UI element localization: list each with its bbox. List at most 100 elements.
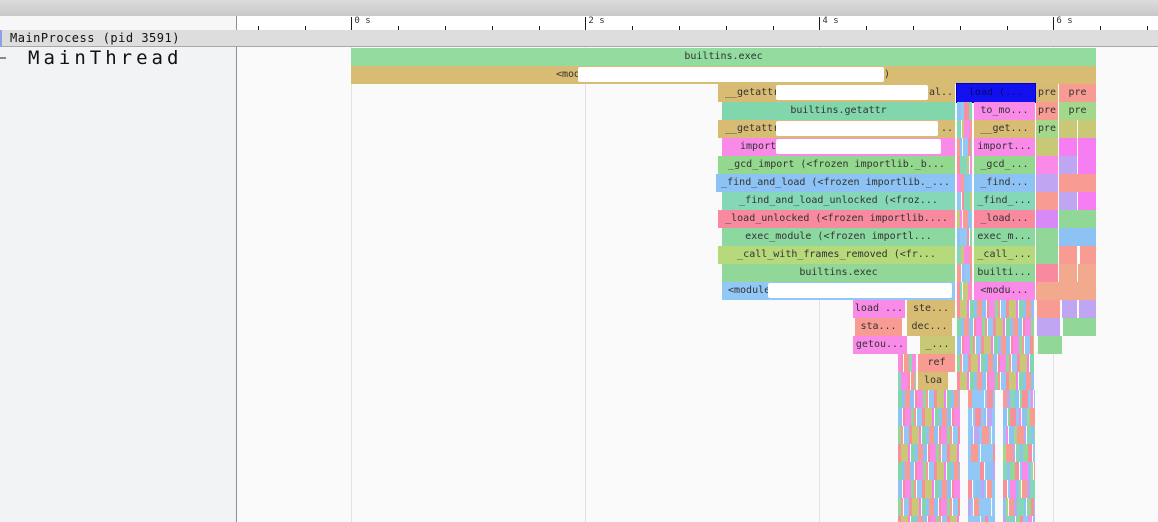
flame-bar-thin[interactable]: [957, 192, 961, 210]
flame-bar-thin[interactable]: [969, 102, 972, 120]
flame-bar[interactable]: [1037, 300, 1060, 318]
flame-bar-thin[interactable]: [1034, 426, 1035, 444]
flame-bar-thin[interactable]: [968, 480, 972, 498]
flame-bar-thin[interactable]: [901, 372, 908, 390]
flame-bar-thin[interactable]: [923, 444, 927, 462]
flame-bar[interactable]: [1062, 300, 1077, 318]
flame-bar[interactable]: _call_with_frames_removed (<fr...: [718, 246, 955, 264]
flame-bar[interactable]: _load...: [974, 210, 1035, 228]
flame-bar[interactable]: [1059, 192, 1077, 210]
flame-bar-thin[interactable]: [898, 480, 902, 498]
flame-bar-thin[interactable]: [970, 156, 972, 174]
flame-bar-thin[interactable]: [939, 516, 941, 522]
flame-bar-thin[interactable]: [970, 264, 972, 282]
flame-bar-thin[interactable]: [970, 120, 972, 138]
flame-bar-thin[interactable]: [1015, 462, 1019, 480]
flame-bar-thin[interactable]: [998, 300, 1000, 318]
flame-bar-thin[interactable]: [1016, 372, 1018, 390]
flame-bar-thin[interactable]: [980, 390, 984, 408]
flame-bar-thin[interactable]: [957, 516, 959, 522]
flame-bar-thin[interactable]: [971, 444, 978, 462]
flame-bar-thin[interactable]: [982, 498, 989, 516]
flame-bar-thin[interactable]: [1009, 372, 1016, 390]
flame-bar[interactable]: [1078, 192, 1096, 210]
flame-bar-thin[interactable]: [1019, 480, 1021, 498]
flame-bar-thin[interactable]: [993, 516, 995, 522]
flame-bar-thin[interactable]: [969, 246, 972, 264]
flame-bar-thin[interactable]: [967, 228, 969, 246]
flame-bar-thin[interactable]: [926, 462, 928, 480]
flame-bar-thin[interactable]: [996, 318, 1003, 336]
flame-bar[interactable]: __get...: [974, 120, 1035, 138]
flame-bar[interactable]: pre: [1059, 102, 1096, 120]
flame-bar-thin[interactable]: [1009, 300, 1016, 318]
flame-bar-thin[interactable]: [1027, 354, 1029, 372]
flame-bar-thin[interactable]: [932, 408, 934, 426]
flame-bar-thin[interactable]: [950, 426, 952, 444]
flame-bar[interactable]: [1059, 156, 1077, 174]
flame-bar[interactable]: [1036, 246, 1058, 264]
flame-bar-thin[interactable]: [993, 462, 995, 480]
flame-bar-thin[interactable]: [1024, 498, 1026, 516]
flame-bar-thin[interactable]: [960, 138, 962, 156]
flame-bar[interactable]: <module> (: [722, 282, 955, 300]
flame-bar[interactable]: exec_m...: [974, 228, 1035, 246]
flame-bar-thin[interactable]: [1034, 498, 1035, 516]
flame-bar-thin[interactable]: [1009, 354, 1011, 372]
flame-bar-thin[interactable]: [982, 300, 986, 318]
flame-bar[interactable]: [1036, 174, 1058, 192]
flame-bar-thin[interactable]: [947, 480, 951, 498]
flame-bar[interactable]: builtins.getattr: [722, 102, 955, 120]
flame-bar-thin[interactable]: [989, 498, 991, 516]
flame-bar-thin[interactable]: [973, 336, 975, 354]
flame-bar-thin[interactable]: [971, 498, 973, 516]
flame-bar-thin[interactable]: [1006, 426, 1008, 444]
flame-bar[interactable]: _find_...: [974, 192, 1035, 210]
flame-bar-thin[interactable]: [971, 138, 972, 156]
flame-bar-thin[interactable]: [969, 174, 972, 192]
flame-bar-thin[interactable]: [958, 498, 960, 516]
flame-bar-thin[interactable]: [925, 408, 932, 426]
flame-bar[interactable]: [1063, 318, 1096, 336]
flame-bar-selected[interactable]: load (...: [956, 83, 1036, 103]
flame-bar-thin[interactable]: [1013, 444, 1015, 462]
flame-bar-thin[interactable]: [950, 516, 957, 522]
flame-bar-thin[interactable]: [926, 390, 928, 408]
flame-bar[interactable]: [1036, 228, 1058, 246]
flame-bar-thin[interactable]: [1006, 516, 1013, 522]
flame-bar-thin[interactable]: [957, 120, 961, 138]
flame-bar[interactable]: [1036, 264, 1058, 282]
flame-bar-thin[interactable]: [1003, 408, 1007, 426]
flame-bar-thin[interactable]: [992, 408, 995, 426]
flame-bar-thin[interactable]: [910, 462, 914, 480]
flame-bar-thin[interactable]: [960, 372, 967, 390]
flame-bar-thin[interactable]: [1030, 480, 1035, 498]
flame-bar-thin[interactable]: [1031, 318, 1034, 336]
flame-bar-thin[interactable]: [984, 480, 986, 498]
flame-bar-thin[interactable]: [934, 498, 938, 516]
flame-bar-thin[interactable]: [960, 156, 967, 174]
flame-bar[interactable]: [1080, 246, 1096, 264]
flame-bar[interactable]: loa: [918, 372, 948, 390]
flame-bar-thin[interactable]: [950, 498, 952, 516]
flame-bar-thin[interactable]: [914, 408, 916, 426]
flame-bar-thin[interactable]: [971, 516, 978, 522]
flame-bar-thin[interactable]: [957, 444, 959, 462]
flame-bar-thin[interactable]: [914, 480, 916, 498]
flame-bar-thin[interactable]: [925, 480, 932, 498]
flame-bar-thin[interactable]: [1030, 354, 1034, 372]
flame-bar-thin[interactable]: [908, 372, 910, 390]
flame-bar-thin[interactable]: [1033, 444, 1035, 462]
flame-bar-thin[interactable]: [993, 354, 997, 372]
flame-bar-thin[interactable]: [1017, 426, 1024, 444]
flame-bar-thin[interactable]: [968, 408, 972, 426]
flame-bar-thin[interactable]: [1031, 372, 1034, 390]
flame-bar[interactable]: [1059, 210, 1096, 228]
flame-bar[interactable]: [1059, 174, 1096, 192]
flame-bar[interactable]: [1036, 192, 1058, 210]
flame-bar[interactable]: sta...: [855, 318, 902, 336]
flame-bar[interactable]: pre: [1059, 84, 1096, 102]
flame-bar-thin[interactable]: [954, 408, 960, 426]
flame-bar[interactable]: load ...: [853, 300, 905, 318]
flame-bar-thin[interactable]: [910, 390, 914, 408]
